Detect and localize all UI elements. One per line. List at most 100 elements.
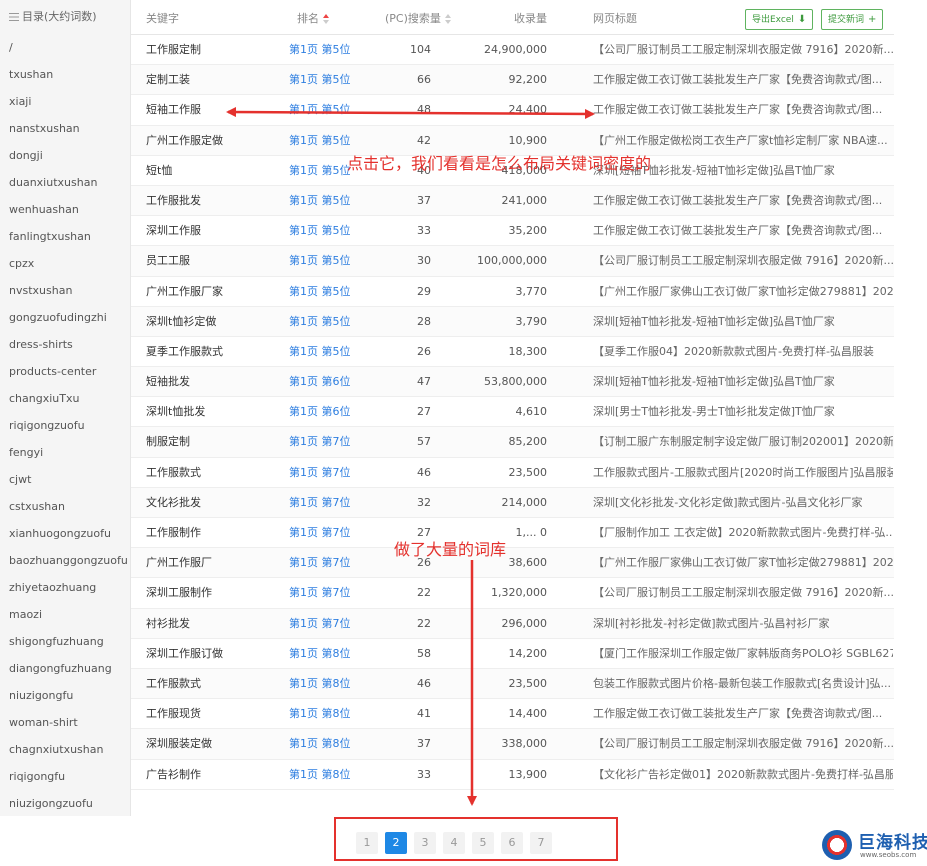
sidebar-item[interactable]: changxiuTxu xyxy=(0,385,130,412)
page-button[interactable]: 6 xyxy=(501,832,523,854)
sidebar-item[interactable]: / xyxy=(0,34,130,61)
included-count-cell: 24,400 xyxy=(508,103,548,117)
rank-link[interactable]: 第1页 第5位 xyxy=(289,216,369,246)
sidebar-item[interactable]: niuzigongzuofu xyxy=(0,790,130,817)
page-title-cell: 工作服款式图片-工服款式图片[2020时尚工作服图片]弘昌服装 xyxy=(593,465,893,479)
table-row: 工作服款式 第1页 第7位 46 23,500 工作服款式图片-工服款式图片[2020时… xyxy=(131,458,894,488)
export-excel-button[interactable]: 导出Excel ⬇ xyxy=(745,9,814,30)
sidebar-item[interactable]: baozhuanggongzuofu xyxy=(0,547,130,574)
page-button[interactable]: 5 xyxy=(472,832,494,854)
pagination: 1234567 xyxy=(334,817,618,861)
sidebar-item[interactable]: riqigongfu xyxy=(0,763,130,790)
table-row: 深圳工服制作 第1页 第7位 22 1,320,000 【公司厂服订制员工工服定制深圳衣… xyxy=(131,578,894,609)
rank-link[interactable]: 第1页 第5位 xyxy=(289,186,369,216)
logo-name: 巨海科技 xyxy=(858,833,927,853)
pc-volume-cell: 27 xyxy=(417,405,431,419)
included-count-cell: 338,000 xyxy=(501,737,548,751)
page-title-cell: 工作服定做工衣订做工装批发生产厂家【免费咨询款式/图... xyxy=(593,193,883,207)
sidebar-item[interactable]: xiaji xyxy=(0,88,130,115)
rank-link[interactable]: 第1页 第5位 xyxy=(289,337,369,367)
sidebar-item[interactable]: diangongfuzhuang xyxy=(0,655,130,682)
plus-icon: + xyxy=(868,14,877,25)
sidebar-item[interactable]: zhiyetaozhuang xyxy=(0,574,130,601)
sidebar-item[interactable]: niuzigongfu xyxy=(0,682,130,709)
rank-link[interactable]: 第1页 第8位 xyxy=(289,669,369,699)
page-button[interactable]: 3 xyxy=(414,832,436,854)
rank-link[interactable]: 第1页 第5位 xyxy=(289,35,369,65)
sidebar-item[interactable]: nanstxushan xyxy=(0,115,130,142)
sidebar-item[interactable]: cstxushan xyxy=(0,493,130,520)
included-count-cell: 4,610 xyxy=(515,405,548,419)
header-title: 网页标题 xyxy=(593,12,637,25)
pc-volume-cell: 22 xyxy=(417,616,431,630)
sidebar-item[interactable]: duanxiutxushan xyxy=(0,169,130,196)
table-row: 工作服现货 第1页 第8位 41 14,400 工作服定做工衣订做工装批发生产厂家【免费… xyxy=(131,699,894,730)
rank-link[interactable]: 第1页 第7位 xyxy=(289,427,369,457)
keyword-cell: 工作服制作 xyxy=(146,526,201,539)
rank-link[interactable]: 第1页 第7位 xyxy=(289,609,369,639)
submit-new-word-button[interactable]: 提交新词 + xyxy=(821,9,884,30)
rank-link[interactable]: 第1页 第8位 xyxy=(289,729,369,759)
sidebar-item[interactable]: dress-shirts xyxy=(0,331,130,358)
rank-link[interactable]: 第1页 第7位 xyxy=(289,518,369,548)
sidebar-item[interactable]: xianhuogongzuofu xyxy=(0,520,130,547)
sidebar-item[interactable]: wenhuashan xyxy=(0,196,130,223)
sidebar-item[interactable]: fanlingtxushan xyxy=(0,223,130,250)
submit-label: 提交新词 xyxy=(828,15,865,25)
sidebar-item[interactable]: gongzuofudingzhi xyxy=(0,304,130,331)
sidebar-title: 目录(大约词数) xyxy=(22,10,97,23)
sidebar-item[interactable]: products-center xyxy=(0,358,130,385)
sidebar-item[interactable]: dongji xyxy=(0,142,130,169)
page-button[interactable]: 7 xyxy=(530,832,552,854)
sidebar-item[interactable]: txushan xyxy=(0,61,130,88)
pc-volume-cell: 41 xyxy=(417,707,431,721)
rank-link[interactable]: 第1页 第6位 xyxy=(289,367,369,397)
sidebar-item[interactable]: chagnxiutxushan xyxy=(0,736,130,763)
header-keyword: 关键字 xyxy=(146,12,179,25)
sidebar: 目录(大约词数) / txushan xiaji nanstxushan dongji d… xyxy=(0,0,131,816)
pc-volume-cell: 29 xyxy=(417,284,431,298)
list-icon xyxy=(9,13,19,21)
rank-link[interactable]: 第1页 第5位 xyxy=(289,307,369,337)
annotation-note-density: 点击它，我们看看是怎么布局关键词密度的 xyxy=(347,154,652,173)
page-button[interactable]: 4 xyxy=(443,832,465,854)
sidebar-item[interactable]: cjwt xyxy=(0,466,130,493)
rank-link[interactable]: 第1页 第5位 xyxy=(289,246,369,276)
rank-link[interactable]: 第1页 第7位 xyxy=(289,578,369,608)
page-button[interactable]: 2 xyxy=(385,832,407,854)
sidebar-item[interactable]: shigongfuzhuang xyxy=(0,628,130,655)
table-row: 短袖工作服 第1页 第5位 48 24,400 工作服定做工衣订做工装批发生产厂家【免费… xyxy=(131,95,894,126)
table-row: 工作服定制 第1页 第5位 104 24,900,000 【公司厂服订制员工工服定制深圳… xyxy=(131,35,894,66)
sidebar-item[interactable]: nvstxushan xyxy=(0,277,130,304)
rank-link[interactable]: 第1页 第7位 xyxy=(289,488,369,518)
keyword-cell: 广州工作服厂 xyxy=(146,556,212,570)
rank-link[interactable]: 第1页 第8位 xyxy=(289,699,369,729)
rank-link[interactable]: 第1页 第7位 xyxy=(289,458,369,488)
header-rank-sort[interactable]: 排名 xyxy=(297,10,329,26)
sidebar-item[interactable]: riqigongzuofu xyxy=(0,412,130,439)
page-title-cell: 深圳[短袖T恤衫批发-短袖T恤衫定做]弘昌T恤厂家 xyxy=(593,375,835,389)
rank-link[interactable]: 第1页 第8位 xyxy=(289,760,369,790)
keyword-cell: 夏季工作服款式 xyxy=(146,344,223,358)
sidebar-item[interactable]: woman-shirt xyxy=(0,709,130,736)
download-icon: ⬇ xyxy=(797,14,807,25)
rank-link[interactable]: 第1页 第5位 xyxy=(289,95,369,125)
included-count-cell: 14,400 xyxy=(508,707,548,721)
sidebar-item[interactable]: maozi xyxy=(0,601,130,628)
sidebar-item[interactable]: cpzx xyxy=(0,250,130,277)
rank-link[interactable]: 第1页 第6位 xyxy=(289,397,369,427)
rank-link[interactable]: 第1页 第7位 xyxy=(289,548,369,578)
table-row: 深圳服装定做 第1页 第8位 37 338,000 【公司厂服订制员工工服定制深圳衣服定… xyxy=(131,729,894,760)
page-title-cell: 【公司厂服订制员工工服定制深圳衣服定做 7916】2020新... xyxy=(593,254,893,268)
page-title-cell: 【广州工作服厂家佛山工衣订做厂家T恤衫定做279881】202... xyxy=(593,556,893,570)
included-count-cell: 85,200 xyxy=(508,435,548,449)
included-count-cell: 1,320,000 xyxy=(491,586,547,600)
keyword-cell: 深圳工作服订做 xyxy=(146,646,223,660)
table-row: 文化衫批发 第1页 第7位 32 214,000 深圳[文化衫批发-文化衫定做]款式图片… xyxy=(131,487,894,518)
rank-link[interactable]: 第1页 第5位 xyxy=(289,277,369,307)
sidebar-item[interactable]: fengyi xyxy=(0,439,130,466)
rank-link[interactable]: 第1页 第5位 xyxy=(289,65,369,95)
page-button[interactable]: 1 xyxy=(356,832,378,854)
rank-link[interactable]: 第1页 第8位 xyxy=(289,639,369,669)
header-pc-sort[interactable]: (PC)搜索量 xyxy=(385,10,451,26)
